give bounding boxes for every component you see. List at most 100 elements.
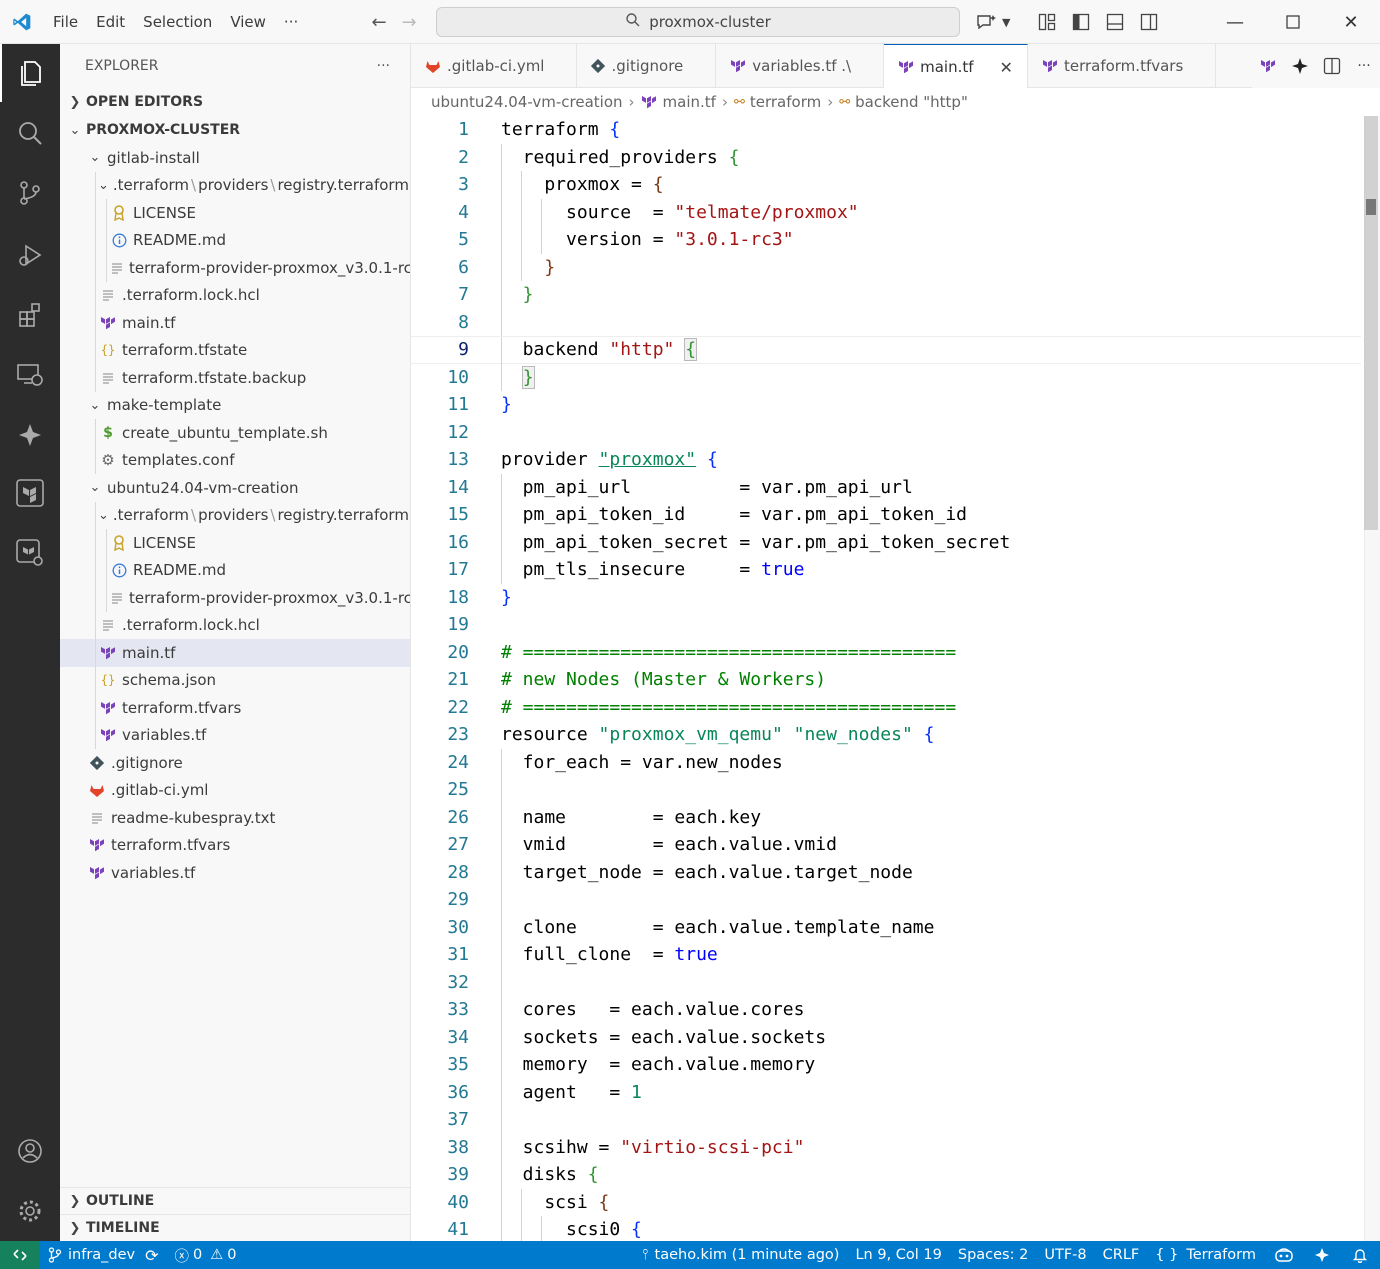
extensions-icon[interactable] — [0, 286, 60, 344]
eol-status[interactable]: CRLF — [1095, 1241, 1148, 1269]
tree-item-label: registry.terraform.... — [277, 506, 410, 525]
manage-gear-icon[interactable] — [0, 1182, 60, 1240]
branch-status[interactable]: infra_dev ⟳ — [40, 1241, 167, 1269]
file-main-tf[interactable]: main.tf — [60, 639, 410, 667]
menu-item-view[interactable]: View — [221, 0, 275, 44]
file-terraform-lock-hcl[interactable]: .terraform.lock.hcl — [60, 281, 410, 309]
file-gitignore[interactable]: .gitignore — [60, 749, 410, 777]
close-window-icon[interactable]: ✕ — [1322, 0, 1380, 44]
close-tab-icon[interactable]: ✕ — [1000, 58, 1013, 77]
breadcrumb-file[interactable]: main.tf — [641, 93, 716, 111]
gitlab-file-icon — [425, 59, 441, 74]
file-terraform-provider-proxmox-v3-0-1-rc3[interactable]: terraform-provider-proxmox_v3.0.1-rc3... — [60, 584, 410, 612]
editor-scrollbar[interactable] — [1364, 116, 1380, 1241]
back-arrow-icon[interactable]: ← — [364, 12, 394, 33]
root-folder-section[interactable]: ⌄ PROXMOX-CLUSTER — [60, 116, 410, 144]
timeline-section[interactable]: ❯ TIMELINE — [60, 1214, 410, 1241]
problems-status[interactable]: ⓧ 0 ⚠ 0 — [167, 1241, 245, 1269]
copilot-chat-button[interactable]: ▼ — [976, 0, 1010, 44]
line-number: 9 — [458, 339, 469, 361]
more-actions-icon[interactable]: ··· — [1348, 44, 1380, 88]
file-license[interactable]: LICENSE — [60, 199, 410, 227]
braces-icon: { } — [1155, 1247, 1179, 1263]
breadcrumb-folder[interactable]: ubuntu24.04-vm-creation — [431, 93, 623, 111]
remote-explorer-icon[interactable] — [0, 346, 60, 404]
run-debug-icon[interactable] — [0, 226, 60, 284]
explorer-more-button[interactable]: ··· — [377, 58, 390, 74]
tab-variables-tf[interactable]: variables.tf .\ — [716, 44, 885, 88]
file-terraform-tfstate[interactable]: {} terraform.tfstate — [60, 336, 410, 364]
forward-arrow-icon[interactable]: → — [394, 12, 424, 33]
path-separator: \ — [270, 506, 276, 525]
accounts-icon[interactable] — [0, 1122, 60, 1180]
breadcrumb-symbol-backend[interactable]: ⚯ backend "http" — [839, 93, 968, 111]
file-readme-md[interactable]: README.md — [60, 556, 410, 584]
search-icon[interactable] — [0, 104, 60, 162]
tab-gitignore[interactable]: .gitignore — [577, 44, 717, 88]
vscode-logo-icon[interactable] — [0, 0, 44, 44]
toggle-secondary-sidebar-icon[interactable] — [1132, 0, 1166, 44]
file-create-ubuntu-template-sh[interactable]: $ create_ubuntu_template.sh — [60, 419, 410, 447]
terraform-cloud-icon[interactable] — [0, 524, 60, 582]
terraform-icon[interactable] — [0, 464, 60, 522]
split-editor-icon[interactable] — [1316, 44, 1348, 88]
file-variables-tf[interactable]: variables.tf — [60, 721, 410, 749]
command-center-search[interactable]: proxmox-cluster — [436, 7, 960, 37]
copilot-sparkle-icon[interactable] — [1284, 44, 1316, 88]
menu-item-selection[interactable]: Selection — [134, 0, 221, 44]
sync-icon[interactable]: ⟳ — [145, 1246, 158, 1265]
minimize-icon[interactable]: — — [1206, 0, 1264, 44]
file-terraform-lock-hcl[interactable]: .terraform.lock.hcl — [60, 611, 410, 639]
folder-gitlab-install[interactable]: ⌄ gitlab-install — [60, 144, 410, 172]
explorer-icon[interactable] — [0, 44, 60, 102]
file-terraform-provider-proxmox-v3-0-1-rc3[interactable]: terraform-provider-proxmox_v3.0.1-rc3... — [60, 254, 410, 282]
language-mode-status[interactable]: { } Terraform — [1147, 1241, 1264, 1269]
breadcrumb-symbol-terraform[interactable]: ⚯ terraform — [734, 93, 821, 111]
chevron-down-icon: ⌄ — [69, 122, 81, 138]
tab-overflow-terraform-icon[interactable] — [1252, 44, 1284, 88]
code-editor[interactable]: 1 terraform {2 required_providers {3 prox… — [411, 116, 1380, 1241]
folder-terraform-providers-registry-terraform[interactable]: ⌄ .terraform \ providers \ registry.terraform… — [60, 171, 410, 199]
tree-item-label: LICENSE — [133, 203, 196, 222]
file-terraform-tfvars[interactable]: terraform.tfvars — [60, 832, 410, 860]
source-control-icon[interactable] — [0, 164, 60, 222]
toggle-panel-icon[interactable] — [1098, 0, 1132, 44]
folder-ubuntu24-04-vm-creation[interactable]: ⌄ ubuntu24.04-vm-creation — [60, 474, 410, 502]
file-terraform-tfvars[interactable]: terraform.tfvars — [60, 694, 410, 722]
code-token: scsi0 — [501, 1219, 632, 1241]
sparkle-status-icon[interactable] — [1304, 1241, 1340, 1269]
notifications-bell-icon[interactable] — [1340, 1241, 1380, 1269]
file-schema-json[interactable]: {} schema.json — [60, 666, 410, 694]
copilot-status-icon[interactable] — [1264, 1241, 1304, 1269]
git-blame-status[interactable]: ⫯ taeho.kim (1 minute ago) — [634, 1241, 847, 1269]
tab-main-tf[interactable]: main.tf ✕ — [884, 44, 1028, 89]
menu-item-file[interactable]: File — [44, 0, 87, 44]
cursor-position[interactable]: Ln 9, Col 19 — [847, 1241, 949, 1269]
file-terraform-tfstate-backup[interactable]: terraform.tfstate.backup — [60, 364, 410, 392]
menu-item-edit[interactable]: Edit — [87, 0, 134, 44]
tree-item-label: providers — [198, 506, 269, 525]
encoding-status[interactable]: UTF-8 — [1036, 1241, 1094, 1269]
maximize-icon[interactable] — [1264, 0, 1322, 44]
scrollbar-thumb[interactable] — [1364, 116, 1378, 530]
file-license[interactable]: LICENSE — [60, 529, 410, 557]
open-editors-section[interactable]: ❯ OPEN EDITORS — [60, 88, 410, 116]
tab-terraform-tfvars[interactable]: terraform.tfvars — [1028, 44, 1217, 88]
remote-indicator-icon[interactable] — [0, 1241, 40, 1269]
file-readme-kubespray-txt[interactable]: readme-kubespray.txt — [60, 804, 410, 832]
outline-section[interactable]: ❯ OUTLINE — [60, 1187, 410, 1214]
file-templates-conf[interactable]: ⚙ templates.conf — [60, 446, 410, 474]
code-line: 2 required_providers { — [411, 143, 1361, 171]
file-variables-tf[interactable]: variables.tf — [60, 859, 410, 887]
folder-terraform-providers-registry-terraform[interactable]: ⌄ .terraform \ providers \ registry.terraform… — [60, 501, 410, 529]
tab-gitlab-ci-yml[interactable]: .gitlab-ci.yml — [411, 44, 578, 88]
file-main-tf[interactable]: main.tf — [60, 309, 410, 337]
file-gitlab-ci-yml[interactable]: .gitlab-ci.yml — [60, 777, 410, 805]
indentation-status[interactable]: Spaces: 2 — [950, 1241, 1036, 1269]
customize-layout-icon[interactable] — [1030, 0, 1064, 44]
file-readme-md[interactable]: README.md — [60, 226, 410, 254]
copilot-sparkle-icon[interactable] — [0, 406, 60, 464]
menu-item-more[interactable]: ··· — [275, 0, 307, 44]
folder-make-template[interactable]: ⌄ make-template — [60, 392, 410, 420]
toggle-sidebar-icon[interactable] — [1064, 0, 1098, 44]
